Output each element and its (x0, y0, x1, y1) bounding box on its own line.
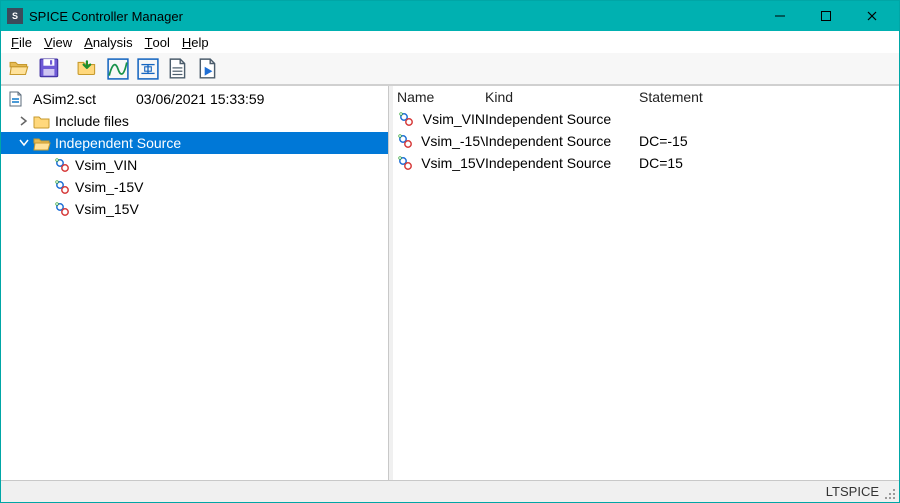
tree-file-header[interactable]: ASim2.sct 03/06/2021 15:33:59 (1, 88, 388, 110)
statusbar: LTSPICE (1, 480, 899, 502)
status-simulator: LTSPICE (826, 484, 879, 499)
tree-node-label: Independent Source (55, 135, 181, 151)
folder-icon (33, 113, 51, 129)
tree-node-label: Include files (55, 113, 129, 129)
chevron-down-icon[interactable] (17, 136, 31, 150)
menu-file[interactable]: File (5, 31, 38, 53)
schematic-button[interactable] (135, 56, 161, 82)
window-title: SPICE Controller Manager (29, 9, 183, 24)
open-button[interactable] (7, 56, 33, 82)
list-header[interactable]: NameKindStatement (393, 86, 899, 108)
cell-name: Vsim_VIN (423, 111, 485, 127)
cell-name: Vsim_15V (421, 155, 485, 171)
list-item[interactable]: Vsim_-15VIndependent SourceDC=-15 (393, 130, 899, 152)
save-button[interactable] (37, 56, 63, 82)
run-document-button[interactable] (195, 56, 221, 82)
menu-help[interactable]: Help (176, 31, 215, 53)
toolbar-separator (67, 56, 71, 82)
tree-node[interactable]: Vsim_15V (1, 198, 388, 220)
source-icon (397, 111, 415, 127)
tree-node[interactable]: Vsim_-15V (1, 176, 388, 198)
list-item[interactable]: Vsim_VINIndependent Source (393, 108, 899, 130)
tree-pane[interactable]: ASim2.sct 03/06/2021 15:33:59 Include file… (1, 86, 389, 480)
app-icon: S (7, 8, 23, 24)
import-netlist-button[interactable] (75, 56, 101, 82)
menubar: FileViewAnalysisToolHelp (1, 31, 899, 53)
tree-node-label: Vsim_VIN (75, 157, 137, 173)
cell-kind: Independent Source (485, 111, 639, 127)
chevron-right-icon[interactable] (17, 114, 31, 128)
titlebar: S SPICE Controller Manager (1, 1, 899, 31)
cell-kind: Independent Source (485, 133, 639, 149)
cell-kind: Independent Source (485, 155, 639, 171)
minimize-button[interactable] (757, 1, 803, 31)
tree-node-label: Vsim_15V (75, 201, 139, 217)
close-button[interactable] (849, 1, 895, 31)
source-icon (397, 133, 413, 149)
source-icon (397, 155, 413, 171)
source-icon (53, 179, 71, 195)
menu-tool[interactable]: Tool (139, 31, 176, 53)
waveform-button[interactable] (105, 56, 131, 82)
file-timestamp: 03/06/2021 15:33:59 (136, 91, 264, 107)
cell-statement: DC=-15 (639, 133, 899, 149)
list-item[interactable]: Vsim_15VIndependent SourceDC=15 (393, 152, 899, 174)
column-name[interactable]: Name (397, 89, 485, 105)
list-pane[interactable]: NameKindStatementVsim_VINIndependent Sou… (393, 86, 899, 480)
source-icon (53, 201, 71, 217)
file-icon (7, 91, 25, 107)
cell-statement: DC=15 (639, 155, 899, 171)
tree-node[interactable]: Vsim_VIN (1, 154, 388, 176)
tree-node-label: Vsim_-15V (75, 179, 143, 195)
file-name: ASim2.sct (33, 91, 96, 107)
source-icon (53, 157, 71, 173)
tree-node[interactable]: Independent Source (1, 132, 388, 154)
column-kind[interactable]: Kind (485, 89, 639, 105)
folder-open-icon (33, 135, 51, 151)
toolbar (1, 53, 899, 85)
document-button[interactable] (165, 56, 191, 82)
cell-name: Vsim_-15V (421, 133, 485, 149)
tree-node[interactable]: Include files (1, 110, 388, 132)
size-grip-icon[interactable] (883, 487, 897, 501)
app-window: S SPICE Controller Manager FileViewAnaly… (0, 0, 900, 503)
column-statement[interactable]: Statement (639, 89, 899, 105)
menu-view[interactable]: View (38, 31, 78, 53)
maximize-button[interactable] (803, 1, 849, 31)
client-area: ASim2.sct 03/06/2021 15:33:59 Include file… (1, 85, 899, 480)
menu-analysis[interactable]: Analysis (78, 31, 138, 53)
